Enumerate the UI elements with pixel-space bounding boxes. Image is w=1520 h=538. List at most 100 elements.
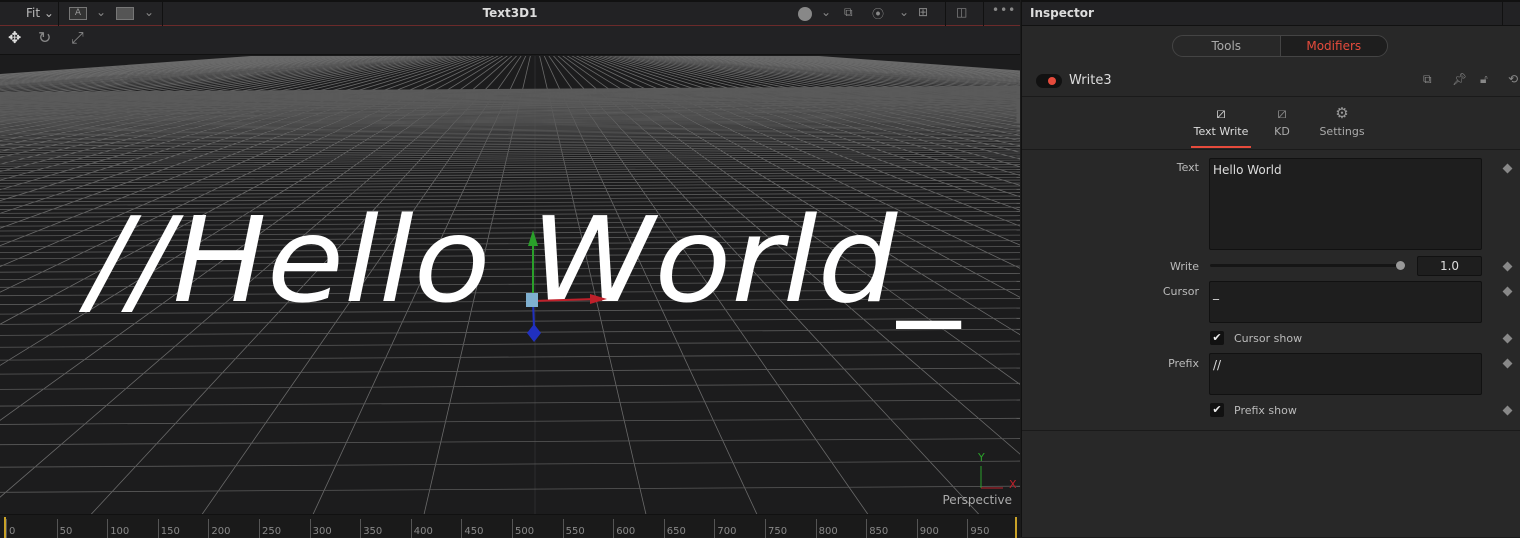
subtab-label: Settings (1319, 125, 1365, 138)
axis-triad: Y X (977, 451, 1017, 491)
grid-line (0, 417, 1020, 425)
ruler-tick: 200 (208, 519, 230, 538)
settings-icon: ⚙ (1335, 104, 1349, 122)
ruler-tick: 650 (663, 519, 686, 538)
prefix-label: Prefix (1168, 357, 1199, 370)
ruler-tick: 900 (916, 519, 939, 538)
cursor-show-label: Cursor show (1234, 332, 1303, 345)
grid-line (0, 340, 1020, 348)
node-enable-toggle[interactable] (1036, 74, 1062, 88)
text-write-icon: ⧄ (1216, 104, 1226, 122)
grid-line (0, 438, 1020, 446)
viewer-header: Fit ⌄ A ⌄ ⌄ Text3D1 ⌄ ⧉ ⦿ ⌄ ⊞ ◫ ••• (0, 0, 1020, 26)
write-label: Write (1169, 260, 1199, 273)
inspector-title: Inspector (1030, 6, 1094, 20)
copy-icon[interactable]: ⧉ (844, 5, 853, 20)
grid-line (0, 460, 1020, 468)
grid-line (0, 353, 1020, 361)
prefix-input[interactable]: // (1209, 353, 1482, 395)
scale-icon[interactable]: ⤢ (71, 28, 84, 48)
time-ruler[interactable]: 0 50 100 150 200 250 300 350 400 450 500 550 600 650 7… (0, 514, 1020, 538)
kd-icon: ⧄ (1277, 104, 1287, 122)
view-mode-label[interactable]: Perspective (943, 493, 1013, 507)
ruler-tick: 50 (56, 519, 72, 538)
ruler-tick: 700 (714, 519, 736, 538)
text3d-object[interactable]: //Hello World_ (78, 191, 962, 329)
split-view-icon[interactable]: ◫ (956, 5, 967, 19)
ruler-tick: 400 (410, 519, 433, 538)
node-name: Write3 (1069, 73, 1112, 88)
ruler-tick: 800 (815, 519, 838, 538)
ruler-tick: 0 (6, 519, 15, 538)
subtab-settings[interactable]: ⚙ Settings (1312, 104, 1372, 148)
3d-viewport[interactable]: //Hello World_ Y X Perspective (0, 56, 1020, 514)
channel-icon[interactable]: A (69, 7, 87, 20)
keyframe-icon[interactable] (1502, 405, 1513, 416)
cursor-show-checkbox[interactable]: ✔ (1210, 331, 1224, 345)
display-icon[interactable] (116, 7, 134, 20)
keyframe-icon[interactable] (1502, 286, 1513, 297)
lock-icon[interactable]: 🔓︎ (1480, 72, 1488, 87)
axis-x-label: X (1009, 478, 1017, 491)
write-slider-handle[interactable] (1396, 261, 1405, 270)
gizmo-center (526, 293, 538, 307)
cursor-label: Cursor (1162, 285, 1199, 298)
grid-line (0, 367, 1020, 375)
inspector-panel: Inspector Tools Modifiers Write3 ⧉ 📌︎ 🔓︎… (1021, 0, 1520, 537)
chevron-down-icon[interactable]: ⌄ (899, 5, 909, 19)
ruler-tick: 250 (259, 519, 281, 538)
keyframe-icon[interactable] (1502, 163, 1513, 174)
ruler-tick: 350 (360, 519, 382, 538)
write-slider[interactable] (1210, 264, 1400, 267)
viewer-toolbar: ✥ ↻ ⤢ (0, 26, 1020, 55)
chevron-down-icon[interactable]: ⌄ (821, 5, 831, 19)
range-end-marker[interactable] (1015, 517, 1017, 538)
write-value-input[interactable]: 1.0 (1417, 256, 1482, 276)
fit-dropdown[interactable]: Fit ⌄ (26, 6, 54, 20)
subtab-label: KD (1274, 125, 1290, 138)
cursor-input[interactable]: _ (1209, 281, 1482, 323)
chevron-down-icon[interactable]: ⌄ (96, 5, 106, 19)
subtab-label: Text Write (1193, 125, 1249, 138)
grid-line (0, 382, 1020, 390)
prefix-show-checkbox[interactable]: ✔ (1210, 403, 1224, 417)
subtab-text-write[interactable]: ⧄ Text Write (1186, 104, 1256, 148)
grid-line (0, 399, 1020, 407)
ruler-tick: 850 (866, 519, 888, 538)
keyframe-icon[interactable] (1502, 261, 1513, 272)
ruler-tick: 550 (562, 519, 585, 538)
text-label: Text (1176, 161, 1199, 174)
versions-icon[interactable]: ⧉ (1423, 72, 1432, 87)
grid-line (0, 328, 1020, 336)
rotate-icon[interactable]: ↻ (38, 28, 51, 47)
ruler-tick: 750 (765, 519, 787, 538)
color-icon[interactable]: ⦿ (872, 5, 884, 22)
chevron-down-icon[interactable]: ⌄ (144, 5, 154, 19)
subtab-kd[interactable]: ⧄ KD (1262, 104, 1302, 148)
ruler-tick: 600 (613, 519, 635, 538)
tab-tools[interactable]: Tools (1173, 36, 1281, 56)
inspector-header: Inspector (1022, 0, 1520, 26)
reset-icon[interactable]: ⟲ (1508, 72, 1518, 86)
axis-y-label: Y (977, 451, 985, 464)
keyframe-icon[interactable] (1502, 333, 1513, 344)
sphere-icon[interactable] (798, 7, 812, 21)
pin-icon[interactable]: 📌︎ (1452, 72, 1467, 86)
inspector-tabs: Tools Modifiers (1172, 35, 1388, 57)
grid-line (0, 176, 1020, 184)
viewer-panel: Fit ⌄ A ⌄ ⌄ Text3D1 ⌄ ⧉ ⦿ ⌄ ⊞ ◫ ••• ✥ ↻ … (0, 0, 1020, 538)
ruler-tick: 300 (309, 519, 332, 538)
tab-modifiers[interactable]: Modifiers (1280, 36, 1387, 56)
more-icon[interactable]: ••• (992, 3, 1016, 17)
ruler-tick: 950 (967, 519, 989, 538)
text-input[interactable]: Hello World (1209, 158, 1482, 250)
fit-label: Fit (26, 6, 41, 20)
move-icon[interactable]: ✥ (8, 28, 21, 47)
grid-icon[interactable]: ⊞ (918, 5, 928, 19)
ruler-tick: 500 (512, 519, 534, 538)
ruler-tick: 150 (157, 519, 180, 538)
grid-line (0, 174, 1020, 182)
keyframe-icon[interactable] (1502, 358, 1513, 369)
grid-line (0, 485, 1020, 493)
grid-line (0, 179, 1020, 187)
